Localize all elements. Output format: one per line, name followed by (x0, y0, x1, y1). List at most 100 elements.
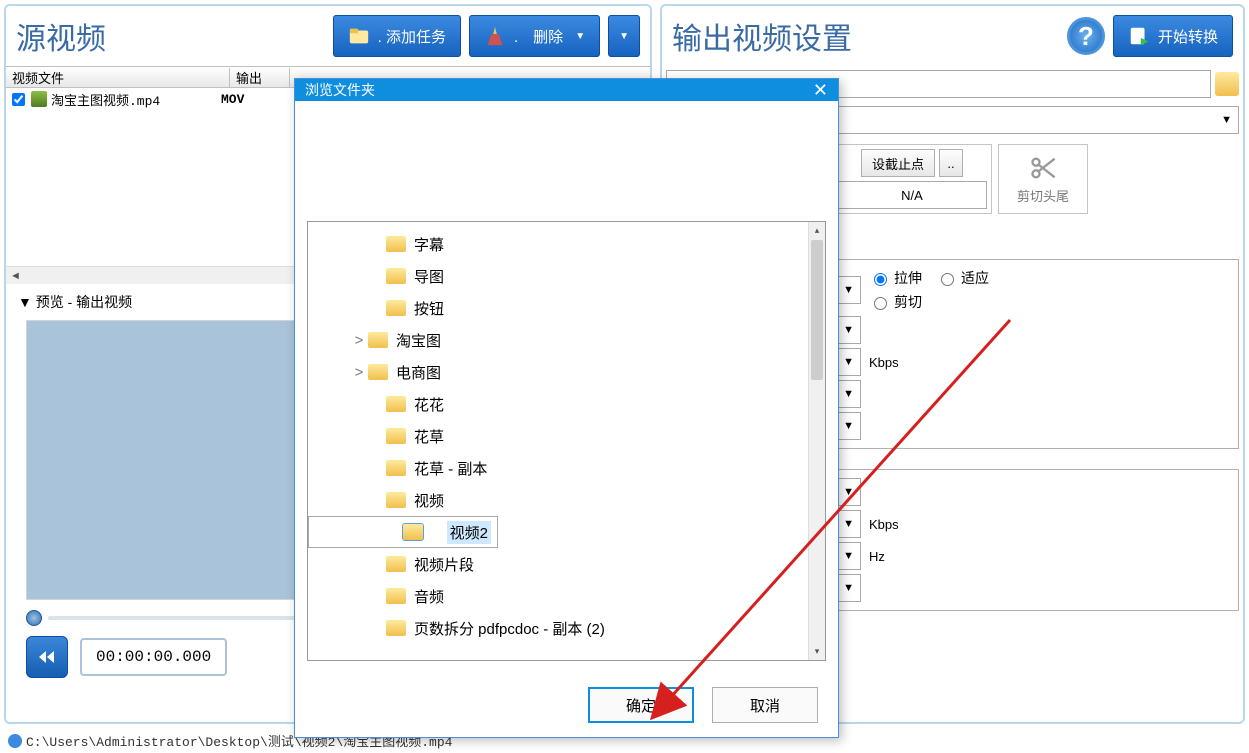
tree-item[interactable]: 页数拆分 pdfpcdoc - 副本 (2) (308, 612, 825, 644)
chevron-down-icon: ▼ (619, 31, 629, 42)
end-point-block: 设截止点 .. N/A (832, 144, 992, 214)
tree-item-label: 花草 (414, 426, 444, 447)
tree-item[interactable]: 导图 (308, 260, 825, 292)
left-header: 源视频 . 添加任务 . 删除 ▼ ▼ (6, 6, 650, 66)
tree-item-label: 视频片段 (414, 554, 474, 575)
folder-icon (386, 236, 406, 252)
tree-item[interactable]: 音频 (308, 580, 825, 612)
scroll-down-icon[interactable]: ▾ (809, 643, 825, 660)
unit-kbps: Kbps (869, 517, 899, 532)
tree-item[interactable]: 花花 (308, 388, 825, 420)
chevron-down-icon: ▼ (843, 284, 854, 296)
rewind-button[interactable] (26, 636, 68, 678)
browse-folder-dialog: 浏览文件夹 ✕ 字幕导图按钮 > 淘宝图 > 电商图花花花草花草 - 副本视频视频2 视频… (294, 78, 839, 738)
tree-item-label: 视频 (414, 490, 444, 511)
tree-item[interactable]: > 淘宝图 (308, 324, 825, 356)
chevron-down-icon: ▼ (843, 550, 854, 562)
trim-button[interactable]: 剪切头尾 (998, 144, 1088, 214)
tree-item-label: 花草 - 副本 (414, 458, 487, 479)
tree-item[interactable]: 视频 (308, 484, 825, 516)
radio-stretch[interactable]: 拉伸 (869, 268, 922, 288)
folder-icon (386, 268, 406, 284)
dialog-ok-button[interactable]: 确定 (588, 687, 694, 723)
dialog-close-button[interactable]: ✕ (813, 80, 828, 101)
source-title: 源视频 (16, 14, 126, 58)
folder-icon (368, 364, 388, 380)
scroll-thumb[interactable] (811, 240, 823, 380)
tree-item-label: 按钮 (414, 298, 444, 319)
tree-item-label: 字幕 (414, 234, 444, 255)
radio-crop[interactable]: 剪切 (869, 292, 989, 312)
unit-hz: Hz (869, 549, 885, 564)
scissors-icon (1029, 154, 1057, 182)
folder-add-icon (348, 25, 370, 47)
file-name: 淘宝主图视频.mp4 (51, 90, 211, 109)
delete-dropdown-button[interactable]: ▼ (608, 15, 640, 57)
radio-fit[interactable]: 适应 (936, 268, 989, 288)
expander-icon[interactable]: > (350, 364, 368, 381)
add-task-label: . 添加任务 (378, 26, 446, 47)
set-end-button[interactable]: 设截止点 (861, 149, 935, 177)
tree-scrollbar[interactable]: ▴ ▾ (808, 222, 825, 660)
dialog-titlebar[interactable]: 浏览文件夹 ✕ (295, 79, 838, 101)
chevron-down-icon: ▼ (843, 356, 854, 368)
right-header: 输出视频设置 ? 开始转换 (662, 6, 1243, 66)
tree-item[interactable]: 按钮 (308, 292, 825, 324)
col-file[interactable]: 视频文件 (6, 68, 230, 87)
tree-item-label: 花花 (414, 394, 444, 415)
start-convert-button[interactable]: 开始转换 (1113, 15, 1233, 57)
dialog-cancel-button[interactable]: 取消 (712, 687, 818, 723)
help-button[interactable]: ? (1067, 17, 1105, 55)
file-format: MOV (221, 92, 244, 107)
tree-item-label: 淘宝图 (396, 330, 441, 351)
seek-thumb-icon[interactable] (26, 610, 42, 626)
rewind-icon (37, 647, 57, 667)
start-convert-label: 开始转换 (1158, 26, 1218, 47)
tree-item-label: 导图 (414, 266, 444, 287)
end-more-button[interactable]: .. (939, 149, 963, 177)
scale-mode-radios: 拉伸 适应 剪切 (869, 268, 989, 312)
time-display: 00:00:00.000 (80, 638, 227, 676)
add-task-button[interactable]: . 添加任务 (333, 15, 461, 57)
chevron-down-icon: ▼ (843, 324, 854, 336)
chevron-down-icon: ▼ (843, 420, 854, 432)
col-output[interactable]: 输出 (230, 68, 290, 87)
folder-icon (386, 556, 406, 572)
dialog-title-text: 浏览文件夹 (305, 80, 375, 100)
tree-item[interactable]: 字幕 (308, 228, 825, 260)
folder-icon (403, 524, 423, 540)
delete-button[interactable]: . 删除 ▼ (469, 15, 600, 57)
folder-icon (386, 588, 406, 604)
tree-item[interactable]: 视频2 (308, 516, 498, 548)
output-title: 输出视频设置 (672, 14, 872, 58)
file-checkbox[interactable] (12, 93, 25, 106)
chevron-down-icon: ▼ (1221, 114, 1232, 126)
tree-item[interactable]: 花草 - 副本 (308, 452, 825, 484)
expander-icon[interactable]: > (350, 332, 368, 349)
folder-icon (368, 332, 388, 348)
folder-icon (386, 460, 406, 476)
tree-item-label: 音频 (414, 586, 444, 607)
folder-tree[interactable]: 字幕导图按钮 > 淘宝图 > 电商图花花花草花草 - 副本视频视频2 视频片段音频页数拆分… (307, 221, 826, 661)
video-file-icon (31, 91, 47, 107)
tree-item[interactable]: 视频片段 (308, 548, 825, 580)
tree-item[interactable]: 花草 (308, 420, 825, 452)
chevron-down-icon: ▼ (575, 31, 585, 42)
delete-label: . 删除 (514, 26, 563, 47)
end-time-field[interactable]: N/A (837, 181, 987, 209)
folder-icon (386, 300, 406, 316)
broom-icon (484, 25, 506, 47)
chevron-down-icon: ▼ (843, 486, 854, 498)
folder-icon (386, 620, 406, 636)
folder-icon (386, 492, 406, 508)
chevron-down-icon: ▼ (843, 582, 854, 594)
browse-folder-button[interactable] (1215, 72, 1239, 96)
folder-icon (386, 428, 406, 444)
status-icon (8, 734, 22, 748)
chevron-down-icon: ▼ (843, 388, 854, 400)
tree-item-label: 电商图 (396, 362, 441, 383)
trim-label: 剪切头尾 (1017, 186, 1069, 205)
tree-item-label: 页数拆分 pdfpcdoc - 副本 (2) (414, 618, 605, 639)
scroll-up-icon[interactable]: ▴ (809, 222, 825, 239)
tree-item[interactable]: > 电商图 (308, 356, 825, 388)
